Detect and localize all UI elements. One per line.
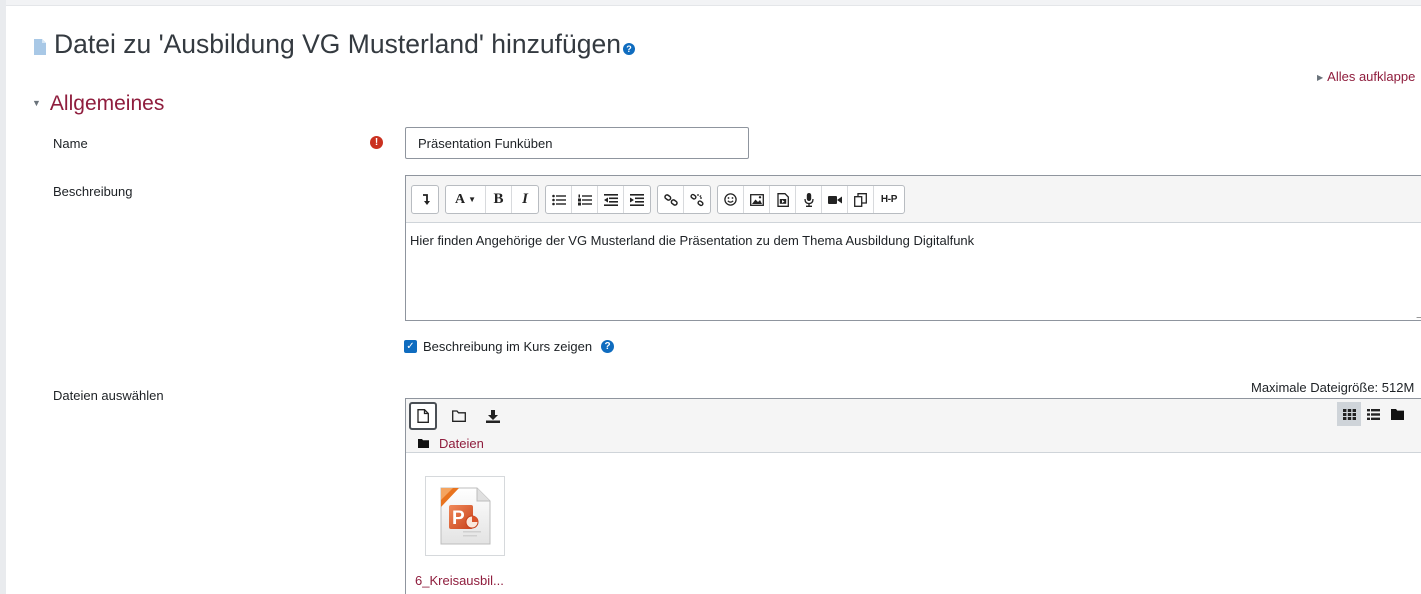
caret-down-icon: ▼ <box>468 195 477 204</box>
folder-icon <box>452 410 466 422</box>
manage-files-icon[interactable] <box>848 186 874 213</box>
link-icon[interactable] <box>658 186 684 213</box>
expand-all-link[interactable]: ▶ Alles aufklappe <box>1317 69 1415 84</box>
help-icon[interactable]: ? <box>622 42 635 55</box>
folder-icon <box>418 439 429 448</box>
list-icon <box>1366 408 1380 420</box>
name-input[interactable] <box>405 127 749 159</box>
download-icon <box>486 409 500 423</box>
max-file-size: Maximale Dateigröße: 512M <box>1251 380 1415 395</box>
toolbar-group-insert: H-P <box>717 185 905 214</box>
top-bar <box>0 0 1421 6</box>
editor-toolbar: A ▼ B I H-P <box>406 176 1421 223</box>
triangle-down-icon: ▼ <box>32 98 41 108</box>
unlink-icon[interactable] <box>684 186 710 213</box>
breadcrumb-root[interactable]: Dateien <box>439 436 484 451</box>
file-tile[interactable]: P <box>425 476 505 556</box>
italic-label: I <box>522 191 528 207</box>
indent-icon[interactable] <box>624 186 650 213</box>
view-icons-button[interactable] <box>1337 402 1361 426</box>
image-icon[interactable] <box>744 186 770 213</box>
record-video-icon[interactable] <box>822 186 848 213</box>
h5p-icon[interactable]: H-P <box>874 186 904 213</box>
show-description-checkbox[interactable]: ✓ <box>404 340 417 353</box>
filepicker-toolbar: Dateien <box>406 399 1421 453</box>
toolbar-group-lists <box>545 185 651 214</box>
toolbar-group-style: A ▼ B I <box>445 185 539 214</box>
files-label: Dateien auswählen <box>53 388 164 403</box>
view-tree-button[interactable] <box>1385 402 1409 426</box>
ordered-list-icon[interactable] <box>572 186 598 213</box>
toolbar-group-collapse <box>411 185 439 214</box>
section-title: Allgemeines <box>49 92 165 115</box>
h5p-label: H-P <box>880 194 898 205</box>
page-title: Datei zu 'Ausbildung VG Musterland' hinz… <box>33 29 635 60</box>
file-add-icon <box>417 409 429 423</box>
description-editor: A ▼ B I H-P Hier finden Angehörige der V… <box>405 175 1421 321</box>
italic-icon[interactable]: I <box>512 186 538 213</box>
outdent-icon[interactable] <box>598 186 624 213</box>
page-title-text: Datei zu 'Ausbildung VG Musterland' hinz… <box>54 29 621 59</box>
unordered-list-icon[interactable] <box>546 186 572 213</box>
font-style-dropdown[interactable]: A ▼ <box>446 186 486 213</box>
section-general-toggle[interactable]: ▼ Allgemeines <box>32 92 164 116</box>
filepicker: Dateien P 6_Kreisausbil... <box>405 398 1421 594</box>
file-name[interactable]: 6_Kreisausbil... <box>415 573 504 588</box>
folder-icon <box>1390 408 1404 420</box>
resize-handle[interactable] <box>1416 312 1421 318</box>
download-all-button[interactable] <box>479 402 507 430</box>
file-icon <box>34 38 46 55</box>
grid-icon <box>1342 408 1356 420</box>
view-list-button[interactable] <box>1361 402 1385 426</box>
description-label: Beschreibung <box>53 184 133 199</box>
font-style-label: A <box>454 191 466 207</box>
breadcrumb: Dateien <box>418 436 484 451</box>
create-folder-button[interactable] <box>445 402 473 430</box>
required-icon: ! <box>370 136 383 149</box>
show-description-row: ✓ Beschreibung im Kurs zeigen ? <box>404 339 615 354</box>
name-label: Name <box>53 136 88 151</box>
triangle-right-icon: ▶ <box>1317 73 1324 82</box>
help-icon[interactable]: ? <box>601 340 615 353</box>
add-file-button[interactable] <box>409 402 437 430</box>
collapse-icon[interactable] <box>412 186 438 213</box>
emoji-icon[interactable] <box>718 186 744 213</box>
bold-label: B <box>493 191 504 207</box>
expand-all-label: Alles aufklappe <box>1327 69 1416 84</box>
media-icon[interactable] <box>770 186 796 213</box>
show-description-label: Beschreibung im Kurs zeigen <box>423 339 593 354</box>
description-content[interactable]: Hier finden Angehörige der VG Musterland… <box>406 223 1421 258</box>
record-audio-icon[interactable] <box>796 186 822 213</box>
toolbar-group-links <box>657 185 711 214</box>
powerpoint-file-icon: P <box>440 487 491 545</box>
svg-text:P: P <box>452 508 465 529</box>
left-drawer-edge <box>0 0 6 594</box>
bold-icon[interactable]: B <box>486 186 512 213</box>
